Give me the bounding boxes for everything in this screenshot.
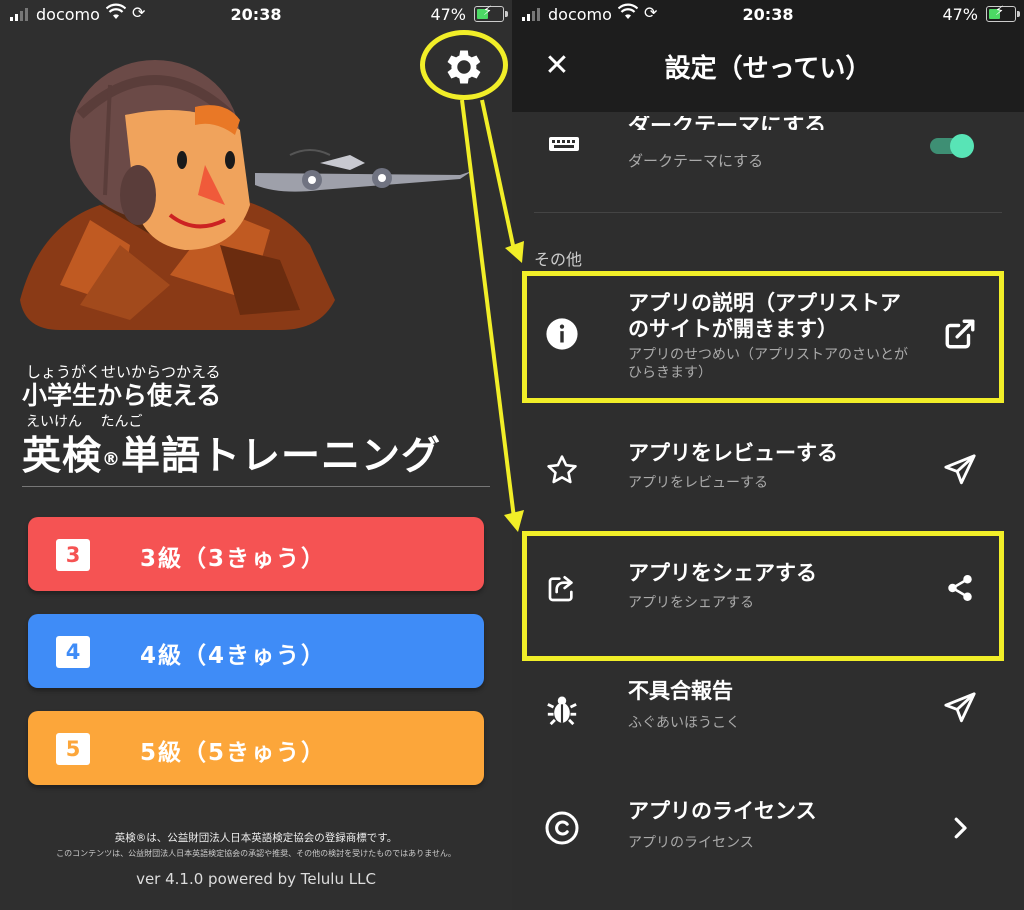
keyboard-icon xyxy=(549,137,579,151)
level-4-button[interactable]: 4 4級（4きゅう） xyxy=(28,614,484,688)
level-4-badge: 4 xyxy=(56,636,90,668)
battery-icon: ⚡ xyxy=(474,4,508,22)
app-share-row[interactable]: アプリをシェアする アプリをシェアする xyxy=(512,540,1024,640)
status-bar: docomo ⟳ 20:38 47% ⚡ xyxy=(0,0,512,30)
app-review-title: アプリをレビューする xyxy=(628,441,838,465)
title-part1: 英検 xyxy=(22,434,103,479)
settings-button[interactable] xyxy=(437,42,491,92)
share-box-icon xyxy=(542,568,582,608)
app-description-subtitle: アプリのせつめい（アプリストアのさいとがひらきます） xyxy=(628,347,908,381)
bug-icon xyxy=(542,690,582,730)
battery-icon: ⚡ xyxy=(986,4,1020,22)
send-icon xyxy=(940,450,980,490)
level-5-badge: 5 xyxy=(56,733,90,765)
level-3-badge: 3 xyxy=(56,539,90,571)
dark-theme-title: ダークテーマにする xyxy=(628,116,827,130)
app-title: 英検®単語トレーニング xyxy=(22,425,441,481)
app-review-row[interactable]: アプリをレビューする アプリをレビューする xyxy=(512,420,1024,520)
title-part2: 単語トレーニング xyxy=(121,434,442,479)
battery-percent: 47% xyxy=(430,5,466,24)
license-subtitle: アプリのライセンス xyxy=(628,835,754,851)
content-note: このコンテンツは、公益財団法人日本英語検定協会の承認や推奨、その他の検討を受けた… xyxy=(56,849,456,858)
section-other-label: その他 xyxy=(534,250,583,269)
bug-report-row[interactable]: 不具合報告 ふぐあいほうこく xyxy=(512,668,1024,758)
app-subtitle: 小学生から使える xyxy=(22,381,222,410)
registered-mark: ® xyxy=(102,449,122,470)
trademark-note: 英検®は、公益財団法人日本英語検定協会の登録商標です。 xyxy=(114,832,398,844)
dark-theme-toggle[interactable] xyxy=(930,134,976,158)
dark-theme-subtitle: ダークテーマにする xyxy=(628,152,764,170)
copyright-icon xyxy=(542,808,582,848)
dark-theme-row[interactable]: ダークテーマにする ダークテーマにする xyxy=(512,112,1024,192)
app-description-title: アプリの説明（アプリストアのサイトが開きます） xyxy=(628,291,901,341)
chevron-right-icon xyxy=(940,808,980,848)
share-icon xyxy=(940,568,980,608)
battery-percent: 47% xyxy=(942,5,978,24)
divider xyxy=(534,212,1002,213)
app-share-title: アプリをシェアする xyxy=(628,561,817,585)
app-description-row[interactable]: アプリの説明（アプリストアのサイトが開きます） アプリのせつめい（アプリストアの… xyxy=(512,282,1024,392)
app-share-subtitle: アプリをシェアする xyxy=(628,595,754,611)
license-title: アプリのライセンス xyxy=(628,799,817,823)
level-5-button[interactable]: 5 5級（5きゅう） xyxy=(28,711,484,785)
divider xyxy=(22,486,490,487)
star-icon xyxy=(542,450,582,490)
level-3-label: 3級（3きゅう） xyxy=(140,546,327,572)
license-row[interactable]: アプリのライセンス アプリのライセンス xyxy=(512,788,1024,888)
level-4-label: 4級（4きゅう） xyxy=(140,643,327,669)
status-bar: docomo ⟳ 20:38 47% ⚡ xyxy=(512,0,1024,30)
pilot-illustration xyxy=(20,60,472,330)
bug-report-subtitle: ふぐあいほうこく xyxy=(628,715,740,731)
send-icon xyxy=(940,688,980,728)
external-link-icon xyxy=(940,314,980,354)
gear-icon xyxy=(447,50,481,84)
info-icon xyxy=(542,314,582,354)
home-screen: docomo ⟳ 20:38 47% ⚡ しょうがくせいからつかえる 小学生から… xyxy=(0,0,512,910)
version-label: ver 4.1.0 powered by Telulu LLC xyxy=(136,870,376,888)
level-5-label: 5級（5きゅう） xyxy=(140,740,327,766)
app-review-subtitle: アプリをレビューする xyxy=(628,475,768,491)
level-3-button[interactable]: 3 3級（3きゅう） xyxy=(28,517,484,591)
bug-report-title: 不具合報告 xyxy=(628,679,733,703)
settings-screen: docomo ⟳ 20:38 47% ⚡ ✕ 設定（せってい） ダークテーマにす… xyxy=(512,0,1024,910)
settings-title: 設定（せってい） xyxy=(664,54,872,84)
